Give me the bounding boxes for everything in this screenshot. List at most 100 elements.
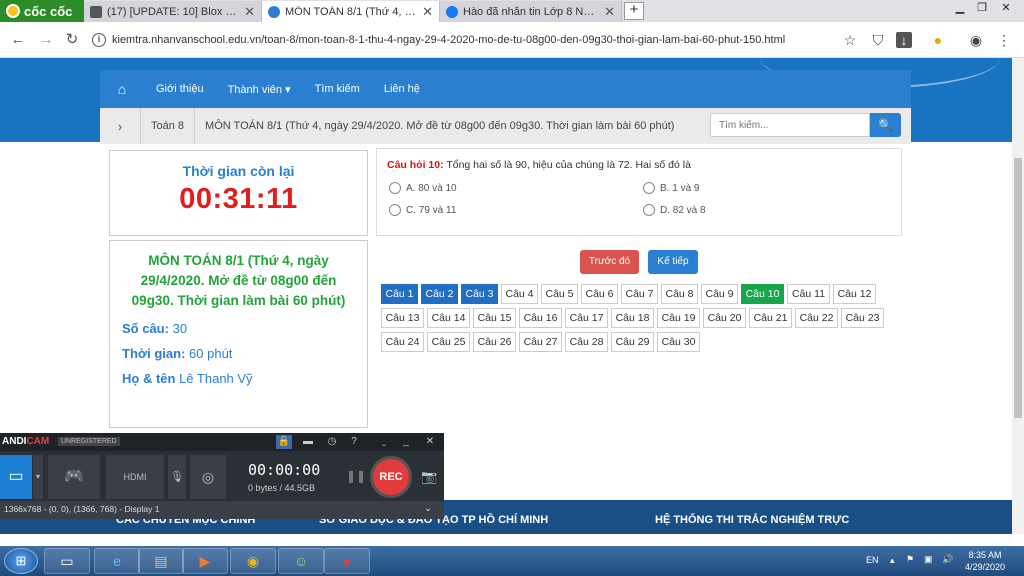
previous-button[interactable]: Trước đó — [580, 250, 639, 274]
option-c[interactable]: C. 79 và 11 — [389, 204, 456, 216]
microphone-icon[interactable]: 🎙 — [168, 455, 186, 499]
nav-gioi-thieu[interactable]: Giới thiệu — [144, 83, 216, 95]
back-icon[interactable]: ← — [8, 30, 28, 50]
question-button-6[interactable]: Câu 6 — [581, 284, 618, 304]
next-button[interactable]: Kế tiếp — [648, 250, 698, 274]
language-indicator[interactable]: EN — [866, 555, 879, 565]
question-button-26[interactable]: Câu 26 — [473, 332, 516, 352]
option-b[interactable]: B. 1 và 9 — [643, 182, 699, 194]
tab-facebook[interactable]: Hào đã nhắn tin Lớp 8 Nhân ✕ — [440, 1, 622, 22]
question-button-21[interactable]: Câu 21 — [749, 308, 792, 328]
question-button-8[interactable]: Câu 8 — [661, 284, 698, 304]
search-button[interactable]: 🔍 — [870, 113, 901, 137]
taskbar-app-media[interactable]: ▶ — [182, 548, 228, 574]
question-button-14[interactable]: Câu 14 — [427, 308, 470, 328]
chevron-right-icon[interactable]: › — [100, 119, 140, 134]
browser-brand[interactable]: cốc cốc — [0, 0, 84, 22]
question-button-28[interactable]: Câu 28 — [565, 332, 608, 352]
action-center-icon[interactable]: ⚑ — [906, 554, 914, 565]
menu-icon[interactable]: ⋮ — [996, 32, 1012, 48]
radio-option-d[interactable] — [643, 204, 655, 216]
system-clock[interactable]: 8:35 AM 4/29/2020 — [962, 549, 1008, 573]
question-button-4[interactable]: Câu 4 — [501, 284, 538, 304]
question-button-15[interactable]: Câu 15 — [473, 308, 516, 328]
folder-icon[interactable]: ▬ — [300, 435, 316, 449]
webcam-icon[interactable]: ◎ — [190, 455, 226, 499]
question-button-9[interactable]: Câu 9 — [701, 284, 738, 304]
question-button-2[interactable]: Câu 2 — [421, 284, 458, 304]
network-icon[interactable]: ▣ — [924, 554, 933, 565]
option-a[interactable]: A. 80 và 10 — [389, 182, 457, 194]
clock-icon[interactable]: ◷ — [324, 435, 340, 449]
profile-icon[interactable]: ◉ — [968, 32, 984, 48]
collapse-icon[interactable]: ˬ — [376, 435, 392, 449]
question-button-24[interactable]: Câu 24 — [381, 332, 424, 352]
help-icon[interactable]: ? — [346, 435, 362, 449]
site-info-icon[interactable]: i — [92, 33, 106, 47]
close-icon[interactable]: ✕ — [604, 4, 615, 20]
question-button-13[interactable]: Câu 13 — [381, 308, 424, 328]
close-icon[interactable]: ✕ — [422, 4, 433, 20]
forward-icon[interactable]: → — [36, 30, 56, 50]
taskbar-app-folder[interactable]: ▤ — [138, 548, 184, 574]
taskbar-app-explorer[interactable]: ▭ — [44, 548, 90, 574]
url-field[interactable]: i kiemtra.nhanvanschool.edu.vn/toan-8/mo… — [92, 28, 862, 52]
radio-option-c[interactable] — [389, 204, 401, 216]
tab-mon-toan[interactable]: MÔN TOÁN 8/1 (Thứ 4, ngày ✕ — [262, 1, 440, 22]
question-button-25[interactable]: Câu 25 — [427, 332, 470, 352]
question-button-29[interactable]: Câu 29 — [611, 332, 654, 352]
close-icon[interactable]: ✕ — [244, 4, 255, 20]
tray-expand-icon[interactable]: ▴ — [890, 555, 895, 566]
lock-icon[interactable]: 🔒 — [276, 435, 292, 449]
reload-icon[interactable]: ↻ — [62, 30, 82, 50]
close-icon[interactable]: ✕ — [422, 435, 438, 449]
taskbar-app-chrome[interactable]: ◉ — [230, 548, 276, 574]
radio-option-b[interactable] — [643, 182, 655, 194]
device-mode-button[interactable]: HDMI — [106, 455, 164, 499]
question-button-1[interactable]: Câu 1 — [381, 284, 418, 304]
screen-mode-dropdown[interactable]: ▾ — [33, 455, 43, 499]
start-button[interactable]: ⊞ — [4, 548, 38, 574]
question-button-10[interactable]: Câu 10 — [741, 284, 784, 304]
scrollbar-thumb[interactable] — [1014, 158, 1022, 418]
question-button-22[interactable]: Câu 22 — [795, 308, 838, 328]
question-button-20[interactable]: Câu 20 — [703, 308, 746, 328]
volume-icon[interactable]: 🔊 — [942, 554, 953, 565]
taskbar-app-coccoc[interactable]: ☺ — [278, 548, 324, 574]
question-button-5[interactable]: Câu 5 — [541, 284, 578, 304]
new-tab-button[interactable]: + — [624, 2, 644, 20]
breadcrumb-item-current[interactable]: MÔN TOÁN 8/1 (Thứ 4, ngày 29/4/2020. Mở … — [194, 108, 684, 144]
question-button-19[interactable]: Câu 19 — [657, 308, 700, 328]
taskbar-app-bandicam[interactable]: ● — [324, 548, 370, 574]
extension-icon[interactable]: ⛉ — [870, 32, 886, 48]
question-button-16[interactable]: Câu 16 — [519, 308, 562, 328]
question-button-7[interactable]: Câu 7 — [621, 284, 658, 304]
radio-option-a[interactable] — [389, 182, 401, 194]
question-button-12[interactable]: Câu 12 — [833, 284, 876, 304]
search-input[interactable] — [710, 113, 870, 137]
game-mode-button[interactable]: 🎮 — [48, 455, 100, 499]
close-window-icon[interactable]: ✕ — [992, 0, 1020, 18]
page-scrollbar[interactable] — [1012, 58, 1024, 534]
nav-lien-he[interactable]: Liên hệ — [372, 83, 432, 95]
question-button-3[interactable]: Câu 3 — [461, 284, 498, 304]
download-icon[interactable]: ↓ — [896, 32, 912, 48]
breadcrumb-item-toan-8[interactable]: Toán 8 — [140, 108, 194, 144]
taskbar-app-ie[interactable]: e — [94, 548, 140, 574]
nav-thanh-vien[interactable]: Thành viên ▾ — [216, 83, 303, 96]
tab-blox-fruits[interactable]: (17) [UPDATE: 10] Blox Fruits ✕ — [84, 1, 262, 22]
question-button-18[interactable]: Câu 18 — [611, 308, 654, 328]
question-button-11[interactable]: Câu 11 — [787, 284, 830, 304]
screen-mode-button[interactable]: ▭ — [0, 455, 32, 499]
camera-icon[interactable]: 📷 — [421, 469, 437, 485]
pause-icon[interactable]: ❚❚ — [346, 469, 366, 483]
notification-icon[interactable]: ● — [930, 32, 946, 48]
chevron-down-icon[interactable]: ⌄ — [424, 503, 432, 514]
home-icon[interactable]: ⌂ — [100, 81, 144, 97]
minimize-icon[interactable]: _ — [398, 435, 414, 449]
question-button-27[interactable]: Câu 27 — [519, 332, 562, 352]
question-button-30[interactable]: Câu 30 — [657, 332, 700, 352]
question-button-17[interactable]: Câu 17 — [565, 308, 608, 328]
option-d[interactable]: D. 82 và 8 — [643, 204, 706, 216]
bookmark-star-icon[interactable]: ☆ — [842, 32, 858, 48]
